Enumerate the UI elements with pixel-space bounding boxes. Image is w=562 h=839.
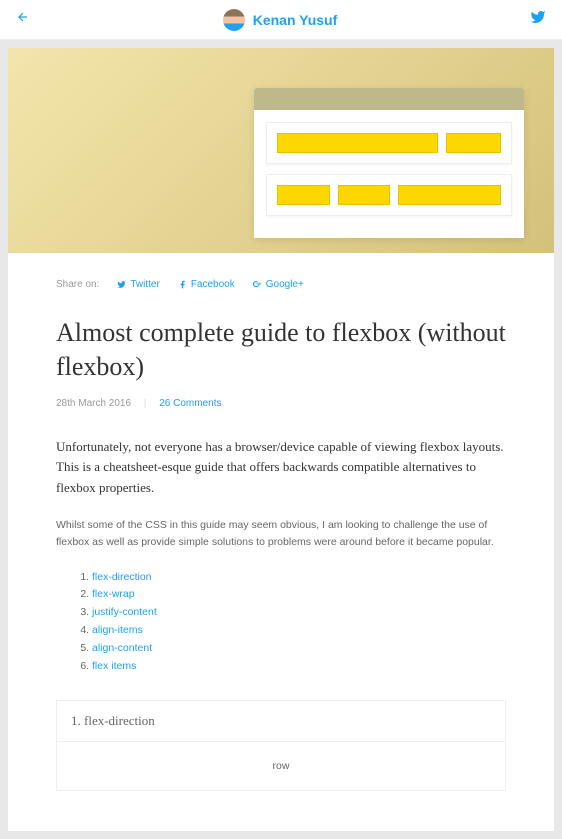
twitter-link[interactable]	[530, 9, 546, 30]
share-twitter[interactable]: Twitter	[117, 279, 159, 290]
toc-item: flex items	[92, 658, 506, 676]
twitter-icon	[117, 280, 126, 289]
toc-item: align-content	[92, 640, 506, 658]
article-intro: Unfortunately, not everyone has a browse…	[56, 437, 506, 499]
toc-link-flex-wrap[interactable]: flex-wrap	[92, 588, 135, 600]
toc-link-flex-direction[interactable]: flex-direction	[92, 571, 152, 583]
toc-link-align-content[interactable]: align-content	[92, 642, 152, 654]
share-google-label: Google+	[266, 279, 304, 290]
facebook-icon	[178, 280, 187, 289]
section-row-label: row	[57, 742, 505, 790]
toc-item: flex-wrap	[92, 586, 506, 604]
toc-link-flex-items[interactable]: flex items	[92, 660, 136, 672]
article-title: Almost complete guide to flexbox (withou…	[56, 316, 506, 384]
hero-image	[8, 48, 554, 253]
toc-item: justify-content	[92, 604, 506, 622]
article-date: 28th March 2016	[56, 398, 131, 409]
toc-list: flex-direction flex-wrap justify-content…	[92, 569, 506, 676]
toc-item: align-items	[92, 622, 506, 640]
site-brand[interactable]: Kenan Yusuf	[223, 9, 338, 31]
share-label: Share on:	[56, 279, 99, 290]
avatar	[223, 9, 245, 31]
comments-link[interactable]: 26 Comments	[159, 398, 221, 409]
article-meta: 28th March 2016 | 26 Comments	[56, 398, 506, 409]
toc-link-justify-content[interactable]: justify-content	[92, 606, 157, 618]
share-row: Share on: Twitter Facebook Google+	[56, 273, 506, 316]
google-plus-icon	[253, 280, 262, 289]
share-facebook[interactable]: Facebook	[178, 279, 235, 290]
page-wrap: Share on: Twitter Facebook Google+ Almos…	[0, 40, 562, 839]
section-flex-direction: 1. flex-direction row	[56, 700, 506, 791]
share-google[interactable]: Google+	[253, 279, 304, 290]
toc-link-align-items[interactable]: align-items	[92, 624, 143, 636]
back-button[interactable]	[16, 10, 30, 29]
toc-item: flex-direction	[92, 569, 506, 587]
share-twitter-label: Twitter	[130, 279, 159, 290]
topbar: Kenan Yusuf	[0, 0, 562, 40]
article-body: Whilst some of the CSS in this guide may…	[56, 517, 506, 551]
hero-window-graphic	[254, 88, 524, 238]
site-name: Kenan Yusuf	[253, 12, 338, 28]
section-heading: 1. flex-direction	[57, 701, 505, 742]
share-facebook-label: Facebook	[191, 279, 235, 290]
meta-separator: |	[144, 398, 147, 409]
article-content: Share on: Twitter Facebook Google+ Almos…	[8, 253, 554, 831]
